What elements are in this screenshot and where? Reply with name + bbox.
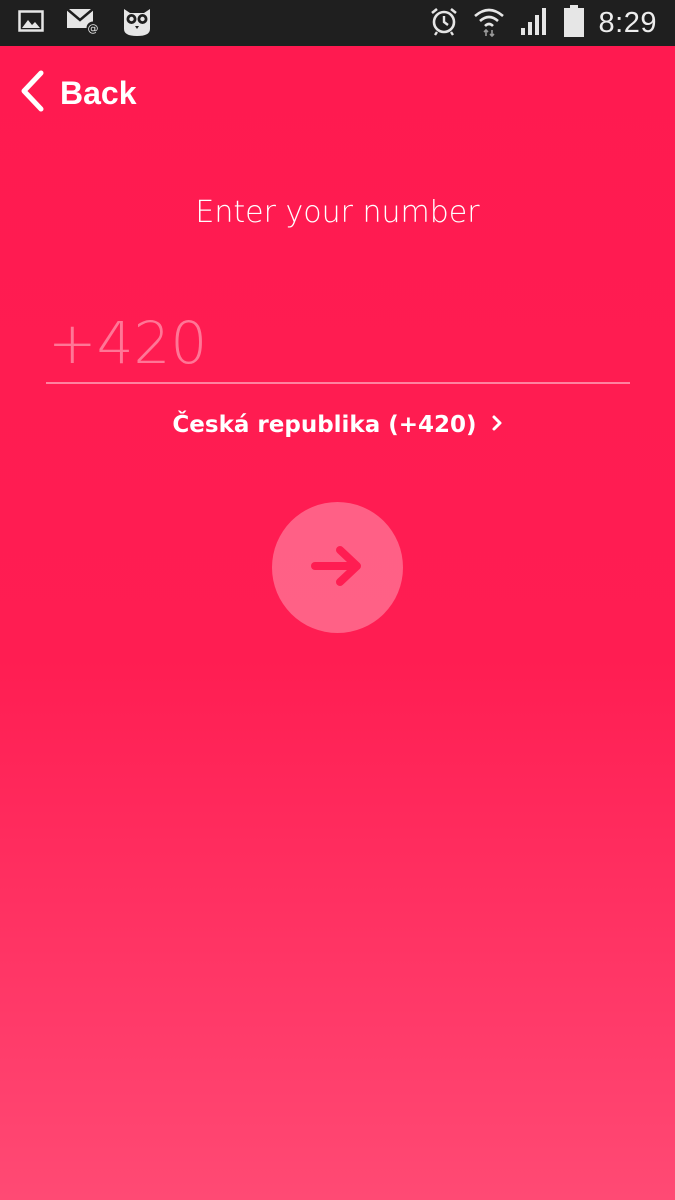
country-selector[interactable]: Česká republika (+420) xyxy=(0,412,675,438)
status-bar: @ 8:29 xyxy=(0,0,675,46)
gallery-icon xyxy=(18,9,44,37)
status-time: 8:29 xyxy=(598,6,657,39)
phone-number-input[interactable] xyxy=(46,304,630,384)
country-label: Česká republika (+420) xyxy=(172,412,477,438)
alarm-icon xyxy=(429,6,459,40)
svg-text:@: @ xyxy=(88,22,99,35)
email-notification-icon: @ xyxy=(66,7,100,39)
arrow-right-icon xyxy=(310,544,366,592)
signal-icon xyxy=(519,6,549,40)
wifi-icon xyxy=(473,5,505,41)
owl-app-icon xyxy=(122,5,152,41)
status-notifications: @ xyxy=(18,6,152,40)
back-label: Back xyxy=(60,74,137,111)
chevron-left-icon xyxy=(18,69,46,117)
phone-entry-screen: @ 8:29 Back Enter your number +420 Česká… xyxy=(0,0,675,1200)
chevron-right-icon xyxy=(491,414,503,436)
back-button[interactable]: Back xyxy=(18,68,137,118)
status-system: 8:29 xyxy=(429,4,657,42)
page-title: Enter your number xyxy=(195,195,480,230)
next-button[interactable] xyxy=(272,502,403,633)
battery-icon xyxy=(563,4,585,42)
